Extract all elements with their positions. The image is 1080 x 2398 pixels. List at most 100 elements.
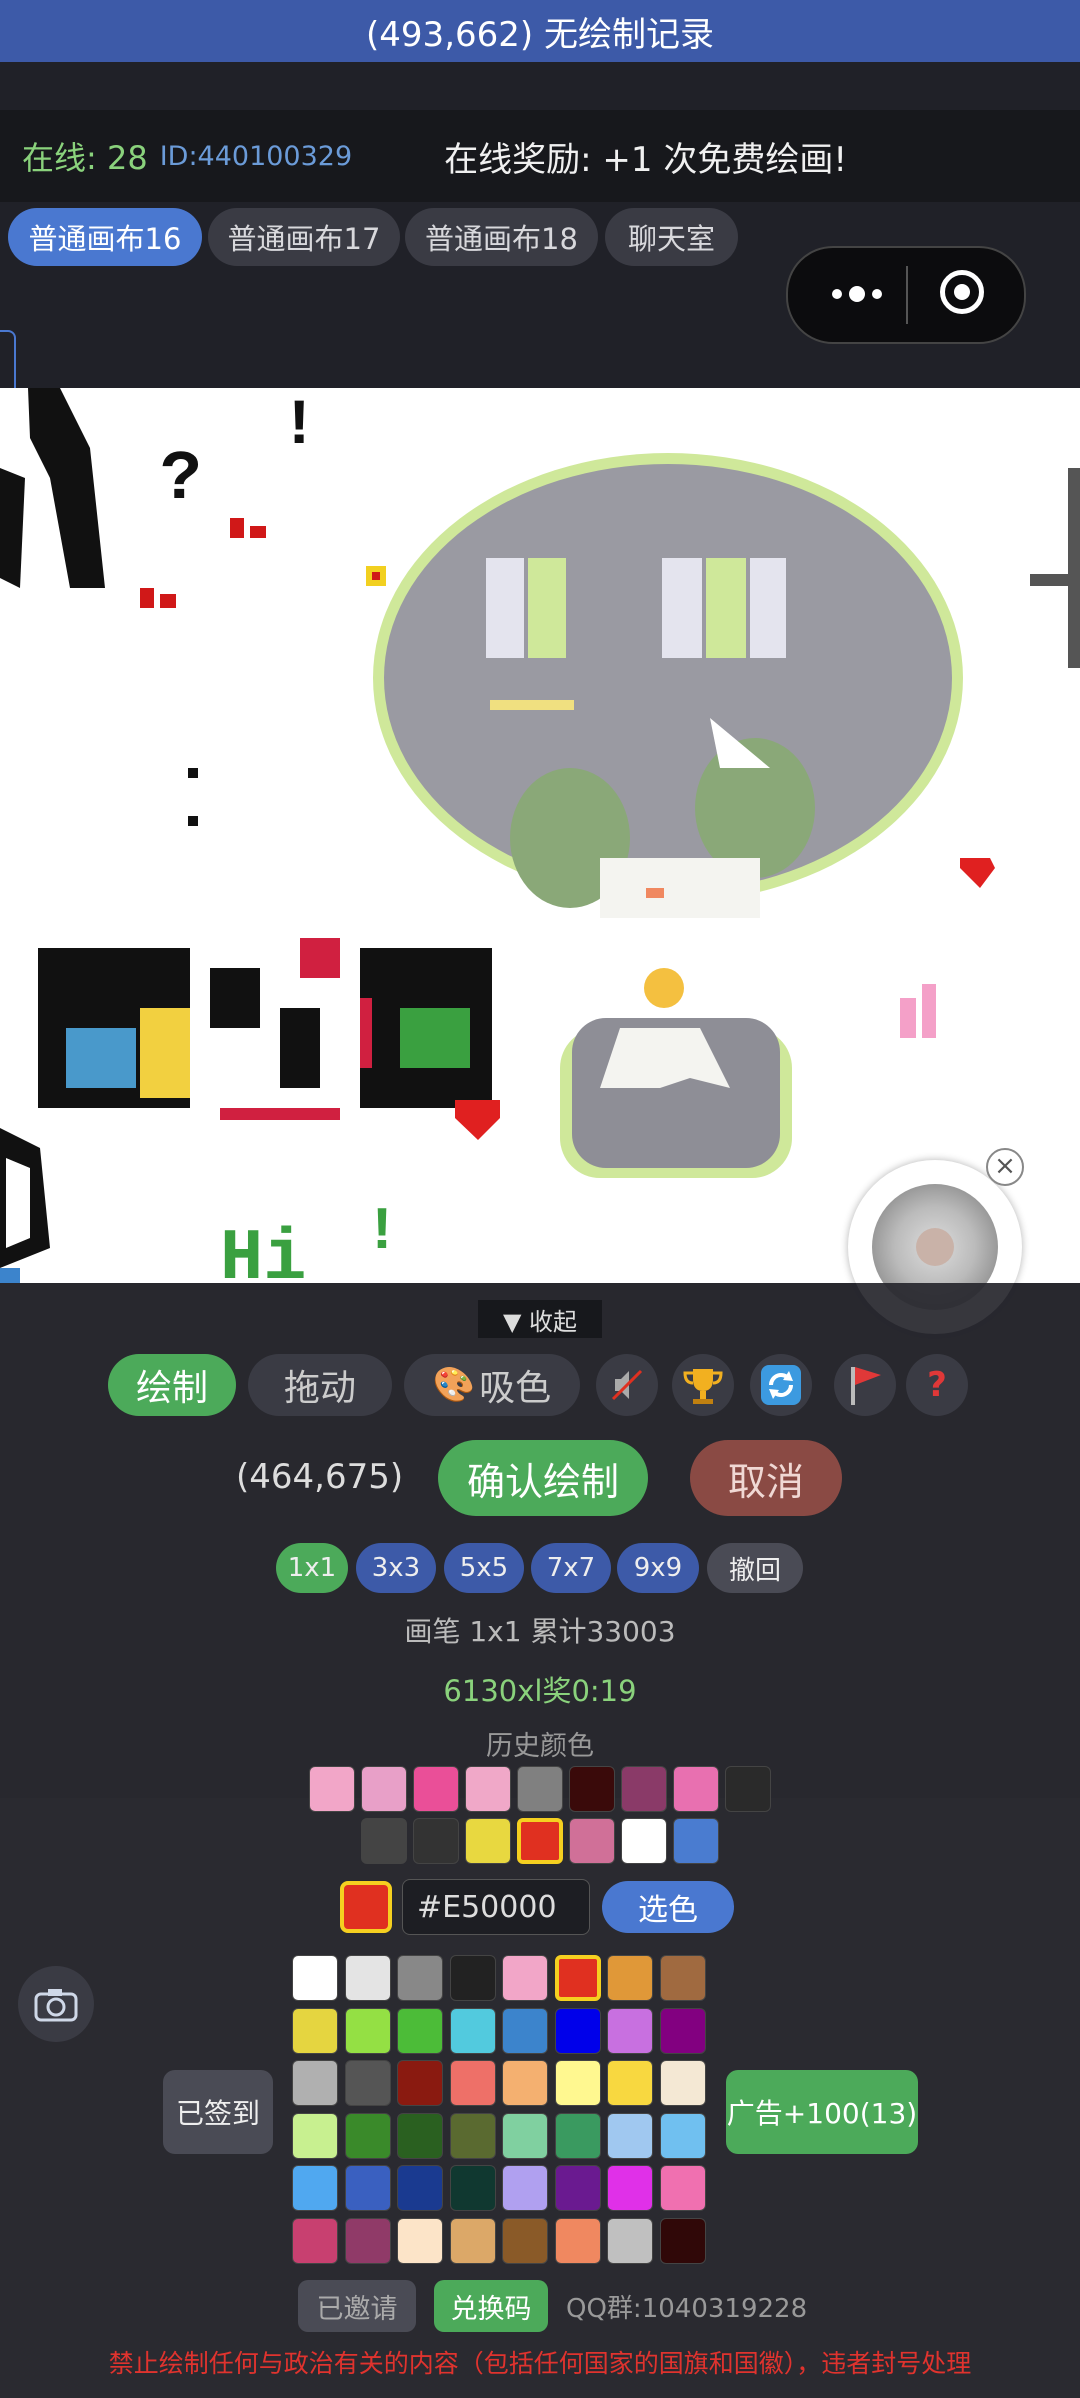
invited-button[interactable]: 已邀请 <box>298 2280 416 2332</box>
palette-color-swatch[interactable] <box>555 2218 601 2264</box>
cancel-button[interactable]: 取消 <box>690 1440 842 1516</box>
palette-color-swatch[interactable] <box>555 2060 601 2106</box>
palette-color-swatch[interactable] <box>397 2008 443 2054</box>
palette-color-swatch[interactable] <box>607 2008 653 2054</box>
watch-ad-button[interactable]: 广告+100(13) <box>726 2070 918 2154</box>
history-color-swatch[interactable] <box>673 1818 719 1864</box>
palette-color-swatch[interactable] <box>397 1955 443 2001</box>
history-color-swatch[interactable] <box>413 1766 459 1812</box>
palette-color-swatch[interactable] <box>502 2113 548 2159</box>
palette-color-swatch[interactable] <box>292 2060 338 2106</box>
collapse-button[interactable]: ▼ 收起 <box>478 1300 602 1338</box>
pick-color-button[interactable]: 选色 <box>602 1881 734 1933</box>
palette-color-swatch[interactable] <box>555 2113 601 2159</box>
palette-color-swatch[interactable] <box>345 1955 391 2001</box>
history-color-swatch[interactable] <box>621 1818 667 1864</box>
palette-color-swatch[interactable] <box>660 2008 706 2054</box>
palette-color-swatch[interactable] <box>450 2113 496 2159</box>
history-color-swatch[interactable] <box>517 1818 563 1864</box>
palette-color-swatch[interactable] <box>607 2218 653 2264</box>
palette-color-swatch[interactable] <box>345 2113 391 2159</box>
history-color-swatch[interactable] <box>569 1818 615 1864</box>
redeem-code-button[interactable]: 兑换码 <box>434 2280 548 2332</box>
palette-color-swatch[interactable] <box>607 2060 653 2106</box>
palette-color-swatch[interactable] <box>660 2165 706 2211</box>
palette-color-swatch[interactable] <box>292 2008 338 2054</box>
history-color-swatch[interactable] <box>361 1818 407 1864</box>
palette-color-swatch[interactable] <box>450 2165 496 2211</box>
palette-color-swatch[interactable] <box>345 2008 391 2054</box>
brush-size-1x1[interactable]: 1x1 <box>276 1543 348 1593</box>
palette-color-swatch[interactable] <box>555 1955 601 2001</box>
palette-color-swatch[interactable] <box>660 2218 706 2264</box>
hex-color-input[interactable]: #E50000 <box>402 1879 590 1935</box>
mute-button[interactable] <box>596 1354 658 1416</box>
palette-color-swatch[interactable] <box>660 1955 706 2001</box>
palette-color-swatch[interactable] <box>502 2165 548 2211</box>
confirm-draw-button[interactable]: 确认绘制 <box>438 1440 648 1516</box>
palette-color-swatch[interactable] <box>502 2060 548 2106</box>
pixel-canvas[interactable]: ? ! Hi ! <box>0 388 1080 1283</box>
history-color-swatch[interactable] <box>361 1766 407 1812</box>
palette-color-swatch[interactable] <box>607 2165 653 2211</box>
tab-canvas-16[interactable]: 普通画布16 <box>8 208 202 266</box>
palette-color-swatch[interactable] <box>292 2113 338 2159</box>
red-underline <box>220 1108 340 1120</box>
help-button[interactable]: ? <box>906 1354 968 1416</box>
history-color-swatch[interactable] <box>569 1766 615 1812</box>
screenshot-button[interactable] <box>18 1966 94 2042</box>
history-color-swatch[interactable] <box>621 1766 667 1812</box>
palette-color-swatch[interactable] <box>555 2165 601 2211</box>
palette-color-swatch[interactable] <box>607 1955 653 2001</box>
palette-color-swatch[interactable] <box>502 1955 548 2001</box>
palette-color-swatch[interactable] <box>345 2165 391 2211</box>
palette-color-swatch[interactable] <box>397 2218 443 2264</box>
palette-color-swatch[interactable] <box>502 2218 548 2264</box>
palette-color-swatch[interactable] <box>450 2008 496 2054</box>
music-close-icon[interactable]: × <box>986 1148 1024 1186</box>
more-menu-icon[interactable] <box>820 274 894 314</box>
drag-mode-button[interactable]: 拖动 <box>248 1354 392 1416</box>
palette-color-swatch[interactable] <box>345 2060 391 2106</box>
tab-chat-room[interactable]: 聊天室 <box>605 208 738 266</box>
palette-color-swatch[interactable] <box>292 1955 338 2001</box>
palette-color-swatch[interactable] <box>502 2008 548 2054</box>
palette-color-swatch[interactable] <box>450 2060 496 2106</box>
history-color-swatch[interactable] <box>673 1766 719 1812</box>
history-color-swatch[interactable] <box>517 1766 563 1812</box>
leaderboard-button[interactable] <box>672 1354 734 1416</box>
report-button[interactable] <box>834 1354 896 1416</box>
signed-in-button[interactable]: 已签到 <box>163 2070 273 2154</box>
tab-canvas-18[interactable]: 普通画布18 <box>405 208 598 266</box>
refresh-button[interactable] <box>750 1354 812 1416</box>
palette-color-swatch[interactable] <box>397 2060 443 2106</box>
history-color-swatch[interactable] <box>309 1766 355 1812</box>
palette-color-swatch[interactable] <box>397 2113 443 2159</box>
undo-button[interactable]: 撤回 <box>707 1543 803 1593</box>
current-color-swatch <box>340 1881 392 1933</box>
history-color-swatch[interactable] <box>725 1766 771 1812</box>
palette-color-swatch[interactable] <box>345 2218 391 2264</box>
brush-size-9x9[interactable]: 9x9 <box>617 1543 699 1593</box>
history-color-swatch[interactable] <box>413 1818 459 1864</box>
brush-size-7x7[interactable]: 7x7 <box>531 1543 611 1593</box>
palette-color-swatch[interactable] <box>292 2218 338 2264</box>
palette-color-swatch[interactable] <box>660 2113 706 2159</box>
palette-color-swatch[interactable] <box>450 2218 496 2264</box>
blue-pixel <box>0 1268 20 1283</box>
close-miniprogram-icon[interactable] <box>940 270 984 314</box>
palette-color-swatch[interactable] <box>660 2060 706 2106</box>
draw-mode-button[interactable]: 绘制 <box>108 1354 236 1416</box>
history-color-swatch[interactable] <box>465 1766 511 1812</box>
palette-color-swatch[interactable] <box>397 2165 443 2211</box>
eyedropper-button[interactable]: 🎨 吸色 <box>404 1354 580 1416</box>
palette-color-swatch[interactable] <box>450 1955 496 2001</box>
palette-color-swatch[interactable] <box>555 2008 601 2054</box>
tab-canvas-17[interactable]: 普通画布17 <box>208 208 400 266</box>
history-color-swatch[interactable] <box>465 1818 511 1864</box>
coordinate-title-bar: (493,662) 无绘制记录 <box>0 0 1080 62</box>
palette-color-swatch[interactable] <box>292 2165 338 2211</box>
brush-size-5x5[interactable]: 5x5 <box>444 1543 524 1593</box>
palette-color-swatch[interactable] <box>607 2113 653 2159</box>
brush-size-3x3[interactable]: 3x3 <box>356 1543 436 1593</box>
